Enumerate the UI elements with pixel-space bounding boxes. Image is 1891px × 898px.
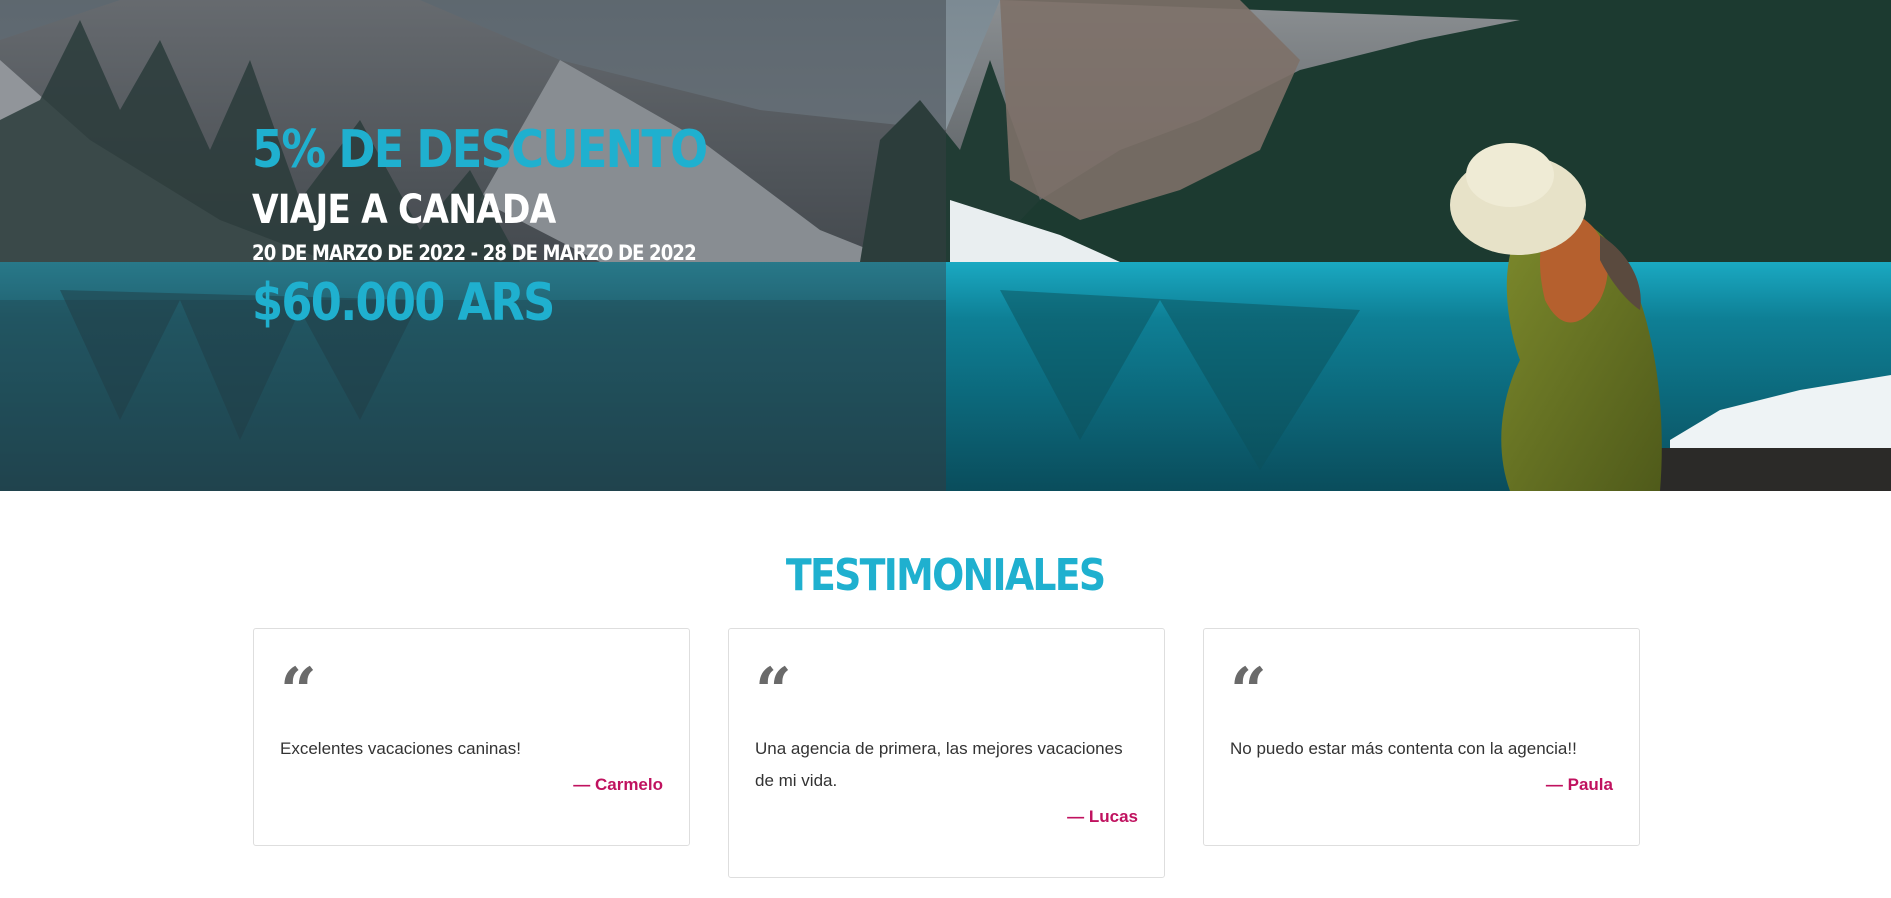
testimonial-text: No puedo estar más contenta con la agenc… xyxy=(1230,739,1577,758)
testimonial-author: — Carmelo xyxy=(573,775,663,794)
testimonial-author: — Lucas xyxy=(1067,807,1138,826)
hero-price: $60.000 ARS xyxy=(252,273,555,333)
hero-discount: 5% DE DESCUENTO xyxy=(252,120,708,180)
quote-icon: “ xyxy=(755,654,792,729)
hero-banner: 5% DE DESCUENTO VIAJE A CANADA 20 DE MAR… xyxy=(0,0,1891,491)
testimonial-card: “ Excelentes vacaciones caninas! — Carme… xyxy=(253,628,690,846)
testimonial-author: — Paula xyxy=(1545,775,1613,794)
hero-dates: 20 DE MARZO DE 2022 - 28 DE MARZO DE 202… xyxy=(252,241,697,265)
testimonials-title-text: TESTIMONIALES xyxy=(786,550,1106,601)
testimonials-title: TESTIMONIALES xyxy=(0,550,1891,601)
testimonial-text: Excelentes vacaciones caninas! xyxy=(280,739,521,758)
testimonial-card: “ Una agencia de primera, las mejores va… xyxy=(728,628,1165,878)
quote-icon: “ xyxy=(1230,654,1267,729)
testimonial-card: “ No puedo estar más contenta con la age… xyxy=(1203,628,1640,846)
quote-icon: “ xyxy=(280,654,317,729)
hero-trip-title: VIAJE A CANADA xyxy=(252,187,556,233)
hero-offer: 5% DE DESCUENTO VIAJE A CANADA 20 DE MAR… xyxy=(252,118,780,338)
testimonial-text: Una agencia de primera, las mejores vaca… xyxy=(755,739,1123,790)
